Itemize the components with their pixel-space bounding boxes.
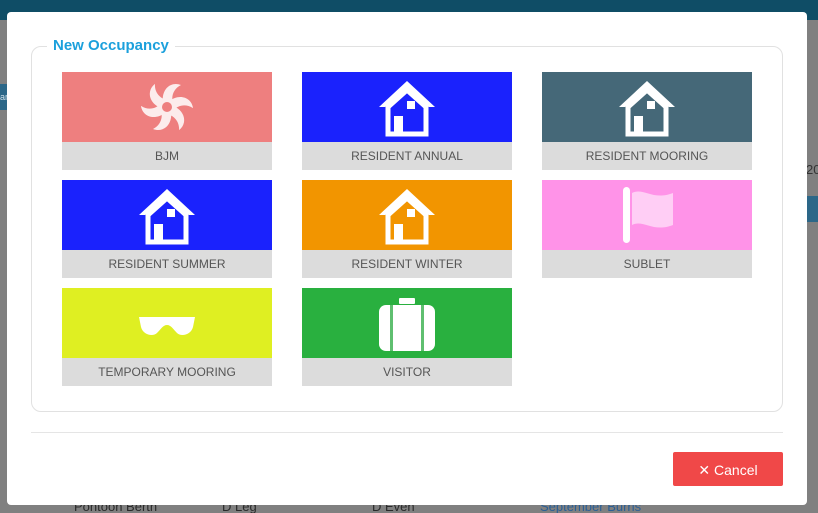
tile-resident-mooring[interactable]: RESIDENT MOORING [542, 72, 752, 170]
background-date-text: 20 [806, 162, 818, 177]
tile-label: RESIDENT SUMMER [62, 250, 272, 278]
tile-bjm[interactable]: BJM [62, 72, 272, 170]
tile-label: SUBLET [542, 250, 752, 278]
tile-resident-winter[interactable]: RESIDENT WINTER [302, 180, 512, 278]
house-icon [377, 185, 437, 245]
tile-visitor[interactable]: VISITOR [302, 288, 512, 386]
house-icon [377, 77, 437, 137]
tile-label: TEMPORARY MOORING [62, 358, 272, 386]
tile-label: VISITOR [302, 358, 512, 386]
house-icon [137, 185, 197, 245]
flag-icon [617, 185, 677, 245]
tile-resident-annual[interactable]: RESIDENT ANNUAL [302, 72, 512, 170]
modal-footer-divider [31, 432, 783, 433]
sunglasses-icon [137, 293, 197, 353]
tile-label: RESIDENT WINTER [302, 250, 512, 278]
suitcase-icon [377, 293, 437, 353]
tile-label: BJM [62, 142, 272, 170]
tile-label: RESIDENT MOORING [542, 142, 752, 170]
new-occupancy-modal: New Occupancy BJM RESIDENT ANNUAL RESIDE… [7, 12, 807, 505]
modal-title: New Occupancy [47, 36, 175, 56]
background-header-strip [806, 196, 818, 222]
tile-label: RESIDENT ANNUAL [302, 142, 512, 170]
tile-temporary-mooring[interactable]: TEMPORARY MOORING [62, 288, 272, 386]
tile-resident-summer[interactable]: RESIDENT SUMMER [62, 180, 272, 278]
tile-sublet[interactable]: SUBLET [542, 180, 752, 278]
house-icon [617, 77, 677, 137]
cancel-button[interactable]: ✕ Cancel [673, 452, 783, 486]
pinwheel-icon [137, 77, 197, 137]
